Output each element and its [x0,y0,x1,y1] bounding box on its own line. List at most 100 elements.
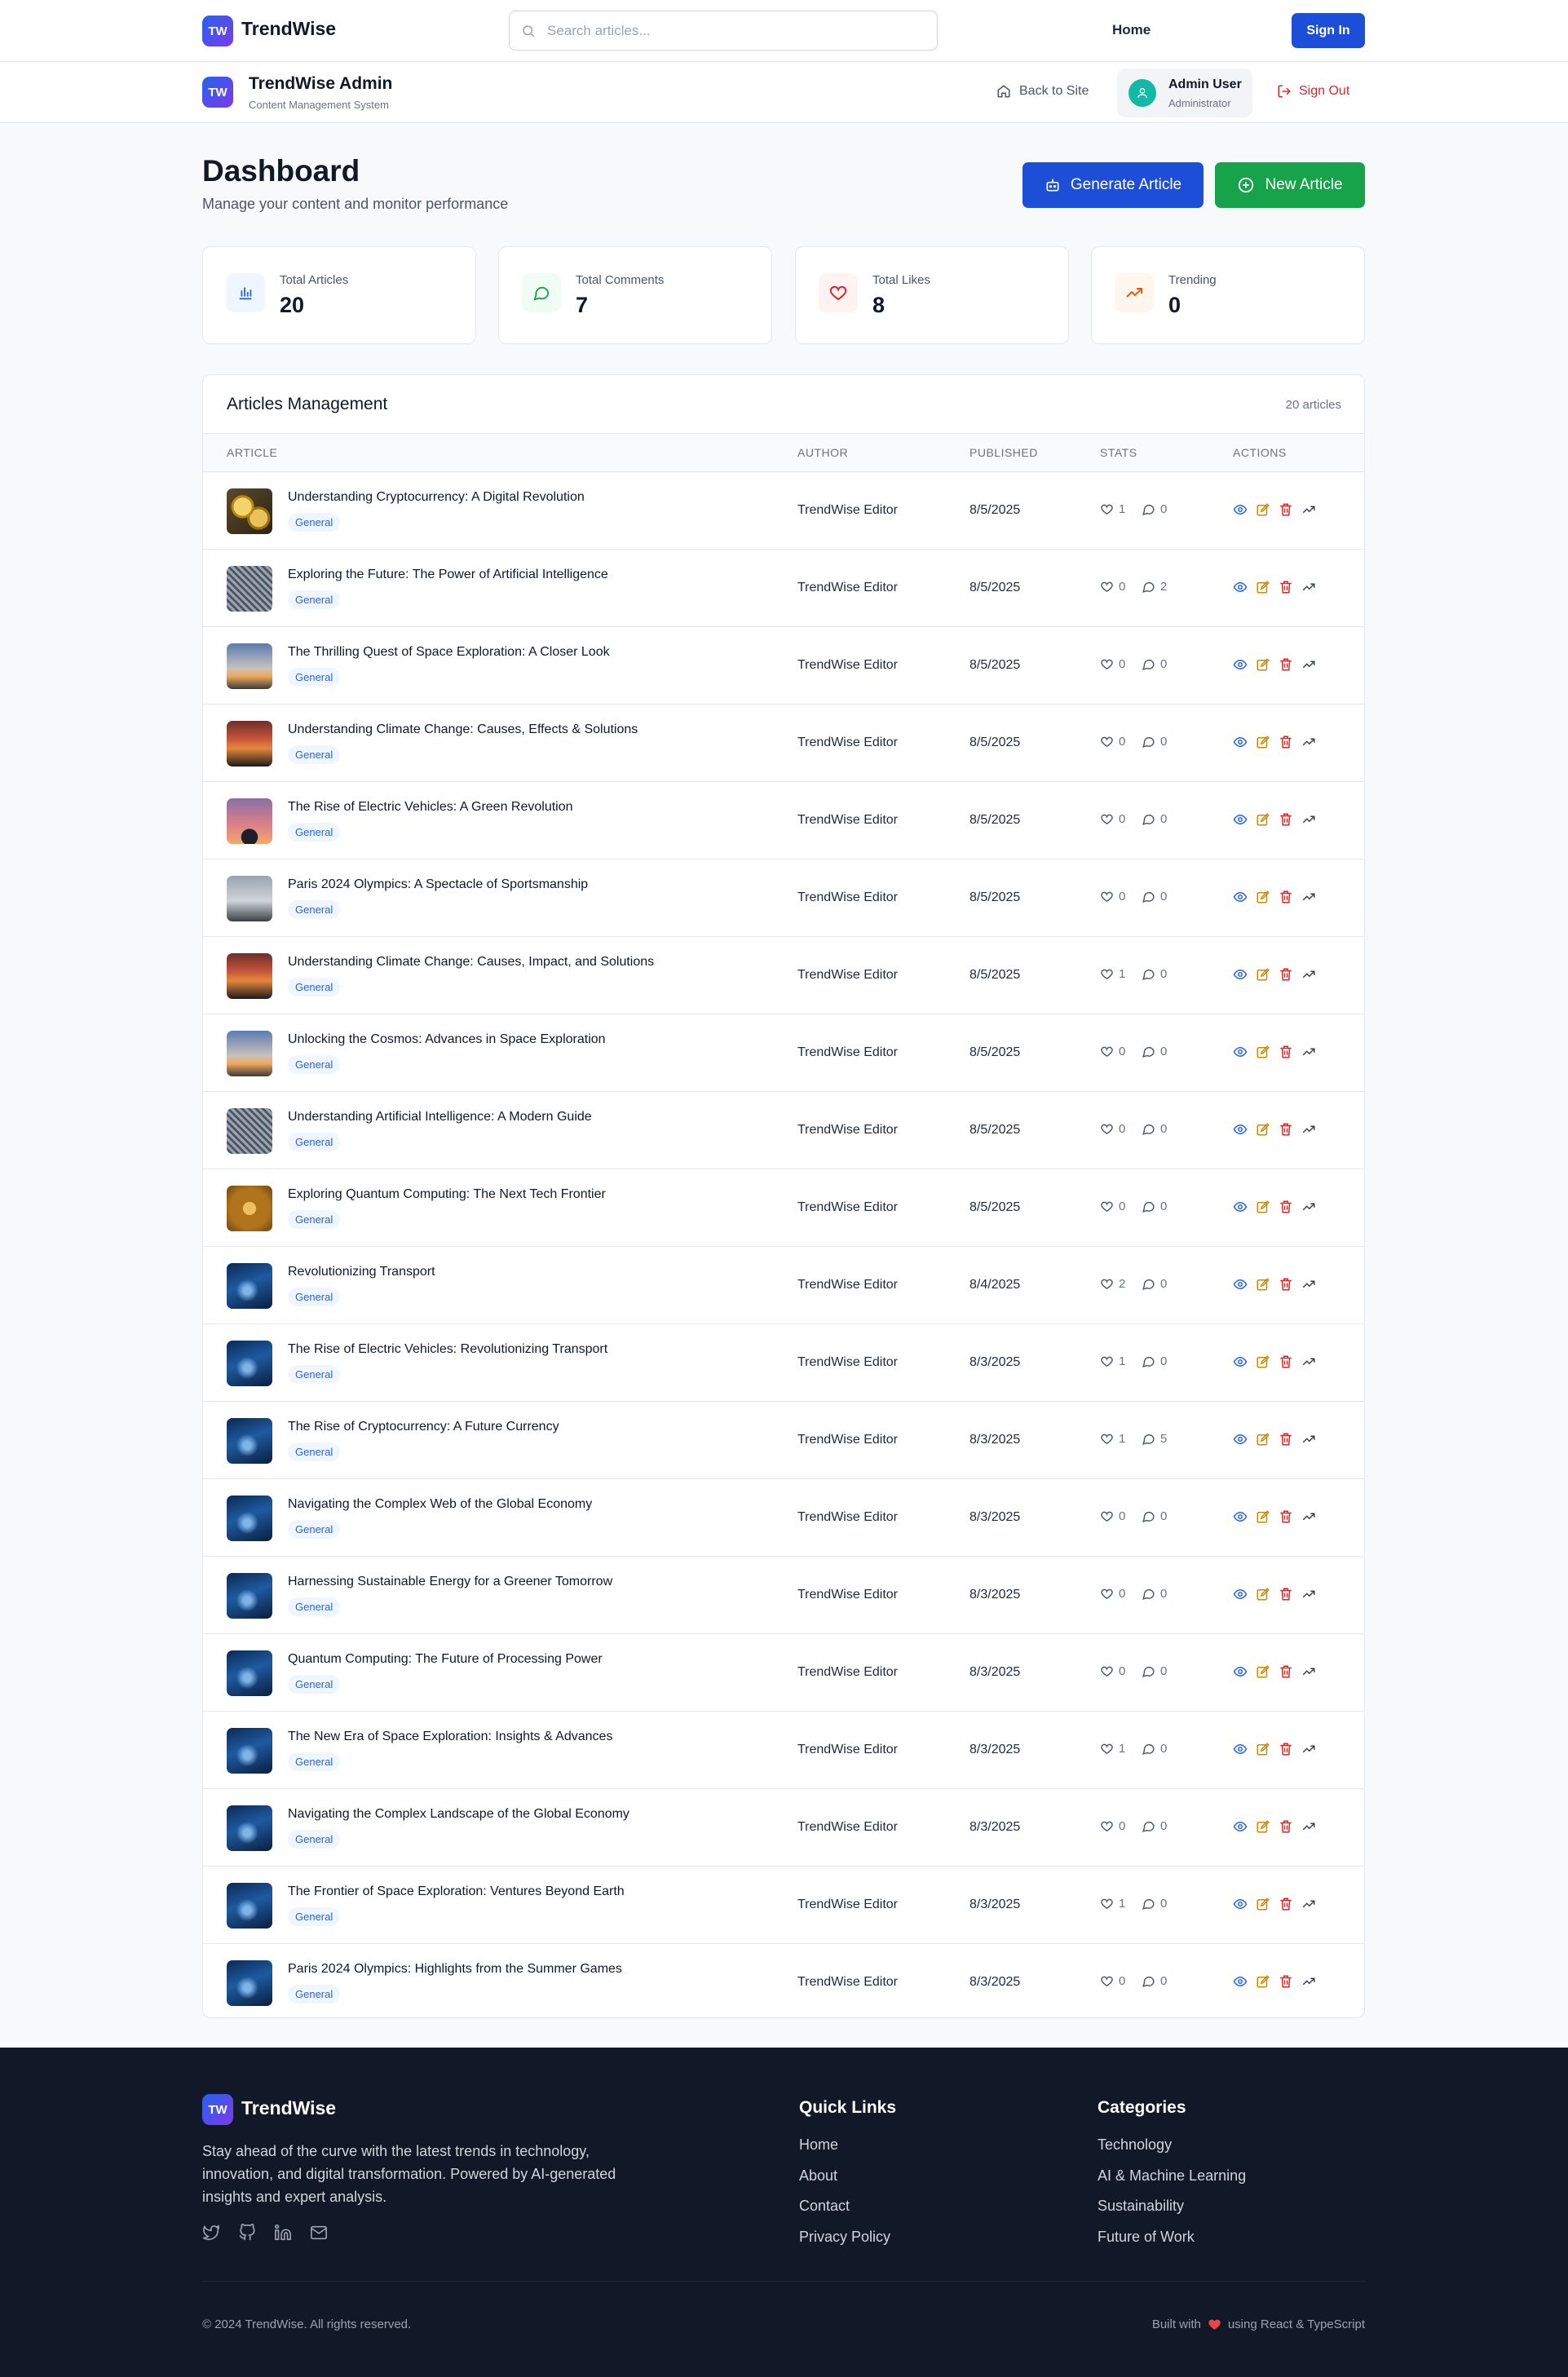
edit-icon[interactable] [1256,1432,1270,1447]
view-icon[interactable] [1233,1897,1248,1911]
article-thumbnail[interactable] [227,1805,272,1851]
trending-icon[interactable] [1301,1277,1316,1292]
footer-link-privacy[interactable]: Privacy Policy [799,2229,890,2260]
article-thumbnail[interactable] [227,1728,272,1774]
edit-icon[interactable] [1256,812,1270,827]
view-icon[interactable] [1233,967,1248,982]
view-icon[interactable] [1233,1742,1248,1756]
trending-icon[interactable] [1301,890,1316,904]
article-thumbnail[interactable] [227,1650,272,1696]
article-title[interactable]: The Rise of Cryptocurrency: A Future Cur… [288,1420,559,1434]
view-icon[interactable] [1233,1509,1248,1524]
article-title[interactable]: Quantum Computing: The Future of Process… [288,1652,603,1667]
article-thumbnail[interactable] [227,643,272,689]
article-thumbnail[interactable] [227,1263,272,1309]
article-title[interactable]: The Thrilling Quest of Space Exploration… [288,645,610,660]
delete-icon[interactable] [1279,1974,1293,1989]
delete-icon[interactable] [1279,1045,1293,1059]
trending-icon[interactable] [1301,1122,1316,1137]
trending-icon[interactable] [1301,1045,1316,1059]
edit-icon[interactable] [1256,1509,1270,1524]
trending-icon[interactable] [1301,967,1316,982]
article-title[interactable]: Understanding Climate Change: Causes, Im… [288,955,654,970]
delete-icon[interactable] [1279,657,1293,672]
delete-icon[interactable] [1279,1587,1293,1602]
footer-category-ai[interactable]: AI & Machine Learning [1098,2167,1246,2198]
article-title[interactable]: The Frontier of Space Exploration: Ventu… [288,1884,625,1899]
twitter-icon[interactable] [202,2224,220,2246]
trending-icon[interactable] [1301,1354,1316,1369]
article-thumbnail[interactable] [227,488,272,534]
delete-icon[interactable] [1279,812,1293,827]
sign-in-button[interactable]: Sign In [1292,13,1365,48]
view-icon[interactable] [1233,1819,1248,1834]
edit-icon[interactable] [1256,1897,1270,1911]
footer-link-about[interactable]: About [799,2167,890,2198]
edit-icon[interactable] [1256,502,1270,517]
edit-icon[interactable] [1256,1200,1270,1214]
trending-icon[interactable] [1301,502,1316,517]
trending-icon[interactable] [1301,1200,1316,1214]
trending-icon[interactable] [1301,657,1316,672]
article-thumbnail[interactable] [227,1496,272,1541]
trending-icon[interactable] [1301,735,1316,749]
trending-icon[interactable] [1301,1432,1316,1447]
edit-icon[interactable] [1256,967,1270,982]
article-thumbnail[interactable] [227,1418,272,1464]
footer-link-home[interactable]: Home [799,2136,890,2167]
article-title[interactable]: The New Era of Space Exploration: Insigh… [288,1730,612,1744]
article-title[interactable]: Navigating the Complex Web of the Global… [288,1497,592,1512]
view-icon[interactable] [1233,657,1248,672]
article-title[interactable]: The Rise of Electric Vehicles: A Green R… [288,800,573,815]
article-thumbnail[interactable] [227,1573,272,1619]
delete-icon[interactable] [1279,1742,1293,1756]
edit-icon[interactable] [1256,1664,1270,1679]
nav-home-link[interactable]: Home [1112,22,1151,38]
delete-icon[interactable] [1279,735,1293,749]
article-title[interactable]: Understanding Artificial Intelligence: A… [288,1110,592,1124]
edit-icon[interactable] [1256,1045,1270,1059]
delete-icon[interactable] [1279,1277,1293,1292]
trending-icon[interactable] [1301,1587,1316,1602]
new-article-button[interactable]: New Article [1215,162,1365,208]
view-icon[interactable] [1233,502,1248,517]
article-thumbnail[interactable] [227,1341,272,1386]
edit-icon[interactable] [1256,1122,1270,1137]
back-to-site-link[interactable]: Back to Site [996,84,1089,99]
delete-icon[interactable] [1279,502,1293,517]
article-title[interactable]: Paris 2024 Olympics: A Spectacle of Spor… [288,877,588,892]
article-title[interactable]: Exploring the Future: The Power of Artif… [288,568,608,582]
trending-icon[interactable] [1301,1664,1316,1679]
article-thumbnail[interactable] [227,1960,272,2006]
trending-icon[interactable] [1301,1974,1316,1989]
view-icon[interactable] [1233,890,1248,904]
article-thumbnail[interactable] [227,1186,272,1231]
article-thumbnail[interactable] [227,876,272,921]
edit-icon[interactable] [1256,580,1270,594]
article-title[interactable]: The Rise of Electric Vehicles: Revolutio… [288,1342,607,1357]
footer-category-future-of-work[interactable]: Future of Work [1098,2229,1246,2260]
article-title[interactable]: Harnessing Sustainable Energy for a Gree… [288,1575,612,1589]
delete-icon[interactable] [1279,1354,1293,1369]
delete-icon[interactable] [1279,967,1293,982]
trending-icon[interactable] [1301,812,1316,827]
view-icon[interactable] [1233,1122,1248,1137]
edit-icon[interactable] [1256,1277,1270,1292]
delete-icon[interactable] [1279,1897,1293,1911]
footer-category-sustainability[interactable]: Sustainability [1098,2198,1246,2229]
article-thumbnail[interactable] [227,798,272,844]
view-icon[interactable] [1233,580,1248,594]
footer-category-technology[interactable]: Technology [1098,2136,1246,2167]
delete-icon[interactable] [1279,580,1293,594]
mail-icon[interactable] [310,2224,328,2246]
article-title[interactable]: Paris 2024 Olympics: Highlights from the… [288,1962,622,1977]
github-icon[interactable] [238,2224,256,2246]
article-thumbnail[interactable] [227,1031,272,1076]
trending-icon[interactable] [1301,1819,1316,1834]
article-title[interactable]: Unlocking the Cosmos: Advances in Space … [288,1032,606,1047]
article-thumbnail[interactable] [227,1108,272,1154]
edit-icon[interactable] [1256,1974,1270,1989]
trending-icon[interactable] [1301,1742,1316,1756]
view-icon[interactable] [1233,1277,1248,1292]
article-thumbnail[interactable] [227,953,272,999]
